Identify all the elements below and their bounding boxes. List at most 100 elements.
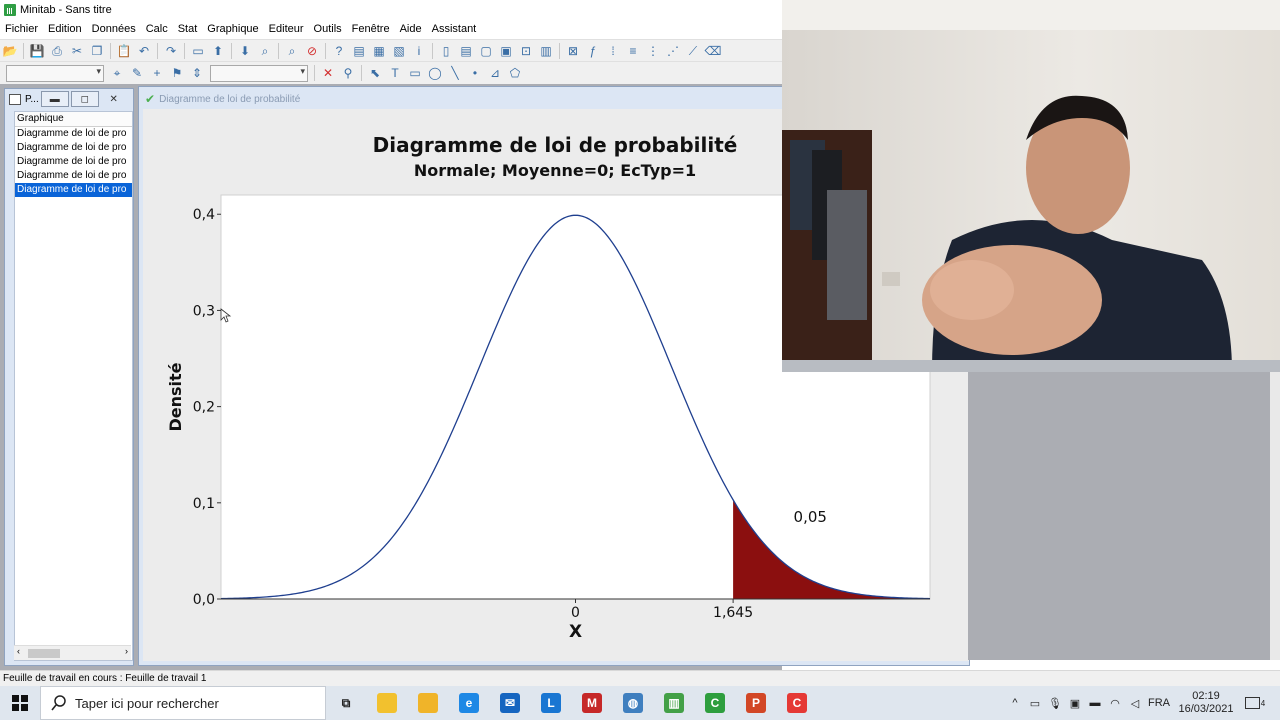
font-select-combo[interactable] <box>210 64 308 82</box>
eraser-icon[interactable]: ⌫ <box>705 43 722 59</box>
close-graphs-icon[interactable]: ⊠ <box>565 43 581 59</box>
language-indicator[interactable]: FRA <box>1146 686 1172 720</box>
menu-aide[interactable]: Aide <box>395 23 427 35</box>
brush-select-icon[interactable]: ⌖ <box>109 65 125 81</box>
line-icon[interactable]: ╲ <box>447 65 463 81</box>
layout-icon[interactable]: ▥ <box>538 43 554 59</box>
taskbar-app-minitab[interactable]: ▥ <box>654 686 694 720</box>
fx-icon[interactable]: ƒ <box>585 43 601 59</box>
tree-item[interactable]: Diagramme de loi de pro <box>15 169 132 183</box>
horizontal-scrollbar[interactable]: ‹ › <box>14 645 131 660</box>
menu-assistant[interactable]: Assistant <box>427 23 482 35</box>
tray-expand-icon[interactable]: ^ <box>1006 686 1024 720</box>
worksheets-icon[interactable]: ▦ <box>371 43 387 59</box>
flag-icon[interactable]: ⚑ <box>169 65 185 81</box>
undo-icon[interactable]: ↶ <box>136 43 152 59</box>
cancel-icon[interactable]: ⊘ <box>304 43 320 59</box>
menu-fenetre[interactable]: Fenêtre <box>347 23 395 35</box>
menu-outils[interactable]: Outils <box>309 23 347 35</box>
edit-graph-icon[interactable]: ▣ <box>498 43 514 59</box>
polyline-icon[interactable]: ⊿ <box>487 65 503 81</box>
report-icon[interactable]: ▤ <box>458 43 474 59</box>
graph-tools-icon[interactable]: ⋮ <box>645 43 661 59</box>
info-icon[interactable]: i <box>411 43 427 59</box>
regress-icon[interactable]: ⟋ <box>685 43 701 59</box>
notification-center-icon[interactable]: 4 <box>1240 686 1270 720</box>
wifi-icon[interactable]: ◠ <box>1106 686 1124 720</box>
edge-icon: e <box>459 693 479 713</box>
window-icon[interactable]: ▭ <box>190 43 206 59</box>
battery-icon[interactable]: ▬ <box>1086 686 1104 720</box>
arrow-down-icon[interactable]: ⬇ <box>237 43 253 59</box>
tree-item[interactable]: Diagramme de loi de pro <box>15 127 132 141</box>
clock[interactable]: 02:19 16/03/2021 <box>1176 686 1236 720</box>
crosshair-icon[interactable]: + <box>149 65 165 81</box>
redo-icon[interactable]: ↷ <box>163 43 179 59</box>
tree-item[interactable]: Diagramme de loi de pro <box>15 141 132 155</box>
mcafee-icon: M <box>582 693 602 713</box>
arrow-up-icon[interactable]: ⬆ <box>210 43 226 59</box>
scatter-icon[interactable]: ⋰ <box>665 43 681 59</box>
find-replace-icon[interactable]: ⌕ <box>284 43 300 59</box>
copy-icon[interactable]: ❐ <box>89 43 105 59</box>
screen-icon[interactable]: ▣ <box>1066 686 1084 720</box>
taskbar-app-sticky-notes[interactable] <box>367 686 407 720</box>
tree-header[interactable]: Graphique <box>15 112 132 127</box>
cut-icon[interactable]: ✂ <box>69 43 85 59</box>
delete-icon[interactable]: ✕ <box>320 65 336 81</box>
menu-edition[interactable]: Edition <box>43 23 87 35</box>
session-icon[interactable]: ▤ <box>351 43 367 59</box>
polygon-icon[interactable]: ⬠ <box>507 65 523 81</box>
volume-icon[interactable]: ◁ <box>1126 686 1144 720</box>
open-icon[interactable]: 📂 <box>2 43 18 59</box>
scroll-left-icon[interactable]: ‹ <box>17 646 20 656</box>
taskbar-app-mcafee[interactable]: M <box>572 686 612 720</box>
restore-button[interactable]: ◻ <box>70 91 99 107</box>
scroll-right-icon[interactable]: › <box>125 646 128 656</box>
minimize-button[interactable]: ▬ <box>40 91 69 107</box>
brush-icon[interactable]: ⁞ <box>605 43 621 59</box>
related-icon[interactable]: ⊡ <box>518 43 534 59</box>
history-icon[interactable]: ▯ <box>438 43 454 59</box>
taskbar-app-camtasia[interactable]: C <box>695 686 735 720</box>
taskbar-search[interactable]: Taper ici pour rechercher <box>40 686 326 720</box>
paste-icon[interactable]: 📋 <box>116 43 132 59</box>
menu-donnees[interactable]: Données <box>87 23 141 35</box>
taskbar-app-powerpoint[interactable]: P <box>736 686 776 720</box>
menu-stat[interactable]: Stat <box>173 23 203 35</box>
taskbar-app-l-app[interactable]: L <box>531 686 571 720</box>
help-icon[interactable]: ? <box>331 43 347 59</box>
graph-select-combo[interactable] <box>6 64 104 82</box>
rectangle-icon[interactable]: ▭ <box>407 65 423 81</box>
text-icon[interactable]: T <box>387 65 403 81</box>
taskbar-app-mail[interactable]: ✉ <box>490 686 530 720</box>
point-icon[interactable]: • <box>467 65 483 81</box>
taskbar-app-file-explorer[interactable] <box>408 686 448 720</box>
menu-calc[interactable]: Calc <box>141 23 173 35</box>
new-graph-icon[interactable]: ▢ <box>478 43 494 59</box>
scroll-thumb[interactable] <box>28 649 60 658</box>
tree-item-selected[interactable]: Diagramme de loi de pro <box>15 183 132 197</box>
taskbar-app-globe[interactable]: ◍ <box>613 686 653 720</box>
start-button[interactable] <box>0 686 40 720</box>
annotate-icon[interactable]: ✎ <box>129 65 145 81</box>
graphs-icon[interactable]: ▧ <box>391 43 407 59</box>
close-button[interactable]: ✕ <box>101 92 127 106</box>
tray-device-icon[interactable]: ▭ <box>1026 686 1044 720</box>
menu-editeur[interactable]: Editeur <box>264 23 309 35</box>
taskbar-app-camtasia-recorder[interactable]: C <box>777 686 817 720</box>
microphone-icon[interactable]: 🎙 <box>1046 686 1064 720</box>
taskbar-app-task-view[interactable]: ⧉ <box>326 686 366 720</box>
layers-icon[interactable]: ≡ <box>625 43 641 59</box>
save-icon[interactable]: 💾 <box>29 43 45 59</box>
taskbar-app-edge[interactable]: e <box>449 686 489 720</box>
menu-fichier[interactable]: Fichier <box>0 23 43 35</box>
zoom-icon[interactable]: ⚲ <box>340 65 356 81</box>
set-id-icon[interactable]: ⇕ <box>189 65 205 81</box>
ellipse-icon[interactable]: ◯ <box>427 65 443 81</box>
menu-graphique[interactable]: Graphique <box>202 23 263 35</box>
find-icon[interactable]: ⌕ <box>257 43 273 59</box>
select-icon[interactable]: ⬉ <box>367 65 383 81</box>
tree-item[interactable]: Diagramme de loi de pro <box>15 155 132 169</box>
print-icon[interactable]: ⎙ <box>49 43 65 59</box>
